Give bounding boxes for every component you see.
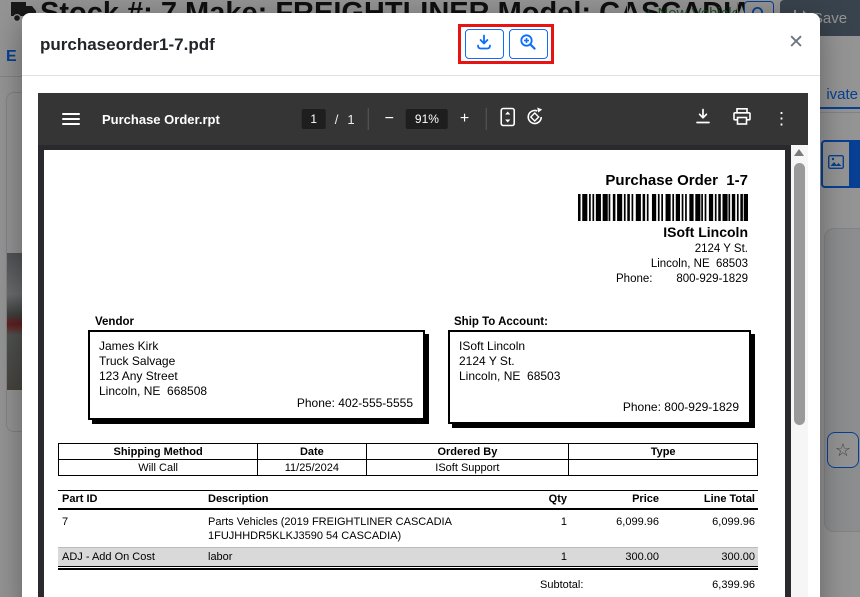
- order-info-table: Shipping Method Date Ordered By Type Wil…: [58, 443, 758, 476]
- pdf-viewer: Purchase Order.rpt 1 / 1 − 91% +: [38, 93, 808, 597]
- toolbar-separator: [485, 108, 486, 130]
- download-icon: [695, 108, 711, 130]
- toolbar-separator: [368, 108, 369, 130]
- pdf-toolbar: Purchase Order.rpt 1 / 1 − 91% +: [38, 93, 808, 145]
- company-phone-label: Phone:: [616, 273, 652, 285]
- subtotal-row: Subtotal: 6,399.96: [58, 579, 758, 597]
- order-info-value: ISoft Support: [366, 460, 569, 476]
- page-number-input[interactable]: 1: [302, 109, 326, 129]
- fit-page-icon: [499, 107, 515, 132]
- subtotal-value: 6,399.96: [712, 579, 755, 591]
- zoom-level-input[interactable]: 91%: [406, 109, 448, 129]
- page-divider: /: [335, 112, 339, 127]
- rotate-icon: [524, 107, 544, 132]
- highlighted-actions-box: [458, 24, 554, 64]
- fit-page-button[interactable]: [499, 107, 515, 132]
- company-phone-value: 800-929-1829: [676, 273, 748, 285]
- more-options-icon[interactable]: ⋮: [773, 109, 790, 129]
- cell-price: 6,099.96: [567, 515, 659, 529]
- cell-part-id: 7: [58, 515, 208, 529]
- close-icon[interactable]: ✕: [788, 33, 804, 52]
- line-items-table: Part ID Description Qty Price Line Total…: [58, 490, 758, 597]
- scrollbar-up-arrow[interactable]: [794, 149, 804, 156]
- modal-header: purchaseorder1-7.pdf ✕: [22, 13, 820, 76]
- vendor-line: 123 Any Street: [99, 369, 414, 384]
- printer-icon: [733, 108, 751, 130]
- order-info-header: Date: [258, 444, 366, 460]
- zoom-in-icon: [519, 33, 537, 56]
- col-header-description: Description: [208, 493, 512, 505]
- order-info-header: Type: [569, 444, 758, 460]
- zoom-in-button[interactable]: +: [457, 110, 472, 128]
- vendor-phone-row: Phone: 402-555-5555: [297, 396, 413, 411]
- pdf-document-page: Purchase Order 1-7 ISoft Lincoln 2124 Y …: [44, 150, 785, 597]
- items-total-rule: [58, 566, 758, 570]
- cell-qty: 1: [512, 551, 567, 563]
- col-header-price: Price: [567, 493, 659, 505]
- pdf-preview-modal: purchaseorder1-7.pdf ✕ Purchase Order.rp…: [22, 13, 820, 597]
- shipto-box: ISoft Lincoln 2124 Y St. Lincoln, NE 685…: [448, 330, 751, 424]
- shipto-phone-row: Phone: 800-929-1829: [623, 400, 739, 415]
- subtotal-label: Subtotal:: [540, 579, 583, 591]
- line-items-header-row: Part ID Description Qty Price Line Total: [58, 490, 758, 510]
- vendor-label: Vendor: [95, 316, 134, 328]
- download-pdf-button[interactable]: [465, 29, 504, 59]
- toolbar-download-button[interactable]: [695, 108, 711, 130]
- table-row: 7 Parts Vehicles (2019 FREIGHTLINER CASC…: [58, 510, 758, 547]
- cell-line-total: 300.00: [659, 551, 758, 563]
- company-address2: Lincoln, NE 68503: [651, 258, 748, 270]
- vendor-phone-label: Phone:: [297, 396, 335, 410]
- table-row: ADJ - Add On Cost labor 1 300.00 300.00: [58, 547, 758, 566]
- company-address1: 2124 Y St.: [695, 243, 748, 255]
- col-header-part-id: Part ID: [58, 493, 208, 505]
- cell-description: labor: [208, 551, 512, 563]
- barcode: [578, 194, 748, 221]
- company-phone-row: Phone: 800-929-1829: [616, 273, 748, 285]
- shipto-line: 2124 Y St.: [459, 354, 740, 369]
- cell-part-id: ADJ - Add On Cost: [58, 551, 208, 563]
- toolbar-right-controls: ⋮: [695, 108, 790, 130]
- col-header-qty: Qty: [512, 493, 567, 505]
- pdf-scrollbar[interactable]: [791, 145, 808, 597]
- order-info-value: Will Call: [59, 460, 258, 476]
- page-total: 1: [347, 112, 354, 127]
- order-info-value: 11/25/2024: [258, 460, 366, 476]
- cell-qty: 1: [512, 515, 567, 529]
- vendor-box: James Kirk Truck Salvage 123 Any Street …: [88, 330, 425, 420]
- pdf-doc-title: Purchase Order.rpt: [102, 112, 220, 127]
- scrollbar-thumb[interactable]: [794, 163, 805, 425]
- order-info-value: [569, 460, 758, 476]
- company-name: ISoft Lincoln: [663, 224, 748, 240]
- shipto-phone-label: Phone:: [623, 400, 661, 414]
- pdf-viewport: Purchase Order 1-7 ISoft Lincoln 2124 Y …: [38, 145, 808, 597]
- cell-description: Parts Vehicles (2019 FREIGHTLINER CASCAD…: [208, 515, 512, 543]
- download-icon: [475, 33, 493, 56]
- order-info-header: Ordered By: [366, 444, 569, 460]
- menu-icon[interactable]: [62, 113, 80, 125]
- po-title: Purchase Order 1-7: [605, 172, 748, 189]
- shipto-label: Ship To Account:: [454, 316, 548, 328]
- cell-price: 300.00: [567, 551, 659, 563]
- col-header-line-total: Line Total: [659, 493, 758, 505]
- vendor-line: Truck Salvage: [99, 354, 414, 369]
- shipto-phone-value: 800-929-1829: [664, 400, 739, 414]
- vendor-phone-value: 402-555-5555: [338, 396, 413, 410]
- vendor-line: James Kirk: [99, 339, 414, 354]
- order-info-header: Shipping Method: [59, 444, 258, 460]
- cell-line-total: 6,099.96: [659, 515, 758, 529]
- zoom-pdf-button[interactable]: [509, 29, 548, 59]
- modal-title: purchaseorder1-7.pdf: [40, 35, 215, 55]
- shipto-line: Lincoln, NE 68503: [459, 369, 740, 384]
- rotate-button[interactable]: [524, 107, 544, 132]
- toolbar-center-controls: 1 / 1 − 91% +: [302, 107, 545, 132]
- print-button[interactable]: [733, 108, 751, 130]
- zoom-out-button[interactable]: −: [382, 110, 397, 128]
- shipto-line: ISoft Lincoln: [459, 339, 740, 354]
